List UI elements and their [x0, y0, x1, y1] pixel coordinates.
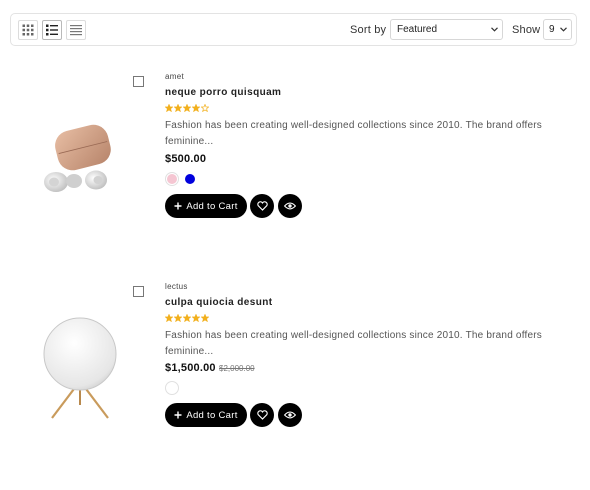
heart-icon: [256, 410, 268, 420]
compare-checkbox[interactable]: [133, 76, 144, 87]
swatch-color: [167, 383, 177, 393]
product-card: amet neque porro quisquam Fashion has be…: [0, 0, 590, 218]
star-filled-icon: [192, 104, 200, 112]
star-filled-icon: [192, 314, 200, 322]
product-vendor: amet: [165, 72, 184, 81]
star-filled-icon: [183, 104, 191, 112]
star-rating: [165, 314, 209, 323]
star-filled-icon: [165, 104, 173, 112]
product-vendor: lectus: [165, 282, 188, 291]
swatch-color: [185, 174, 195, 184]
plus-icon: [174, 411, 182, 419]
plus-icon: [174, 202, 182, 210]
color-swatch-pink[interactable]: [165, 172, 179, 186]
swatch-color: [167, 174, 177, 184]
product-price: $500.00: [165, 153, 207, 165]
star-rating: [165, 104, 209, 113]
star-filled-icon: [201, 314, 209, 322]
color-swatch-white[interactable]: [165, 381, 179, 395]
quick-view-button[interactable]: [278, 403, 302, 427]
star-empty-icon: [201, 104, 209, 112]
compare-checkbox[interactable]: [133, 286, 144, 297]
star-filled-icon: [174, 104, 182, 112]
product-price: $1,500.00: [165, 362, 216, 374]
star-filled-icon: [165, 314, 173, 322]
compare-at-price: $2,000.00: [219, 364, 255, 373]
wireless-earbuds-image[interactable]: [36, 118, 124, 202]
product-card: lectus culpa quiocia desunt Fashion has …: [0, 210, 590, 427]
add-to-cart-button[interactable]: Add to Cart: [165, 403, 247, 427]
product-title[interactable]: culpa quiocia desunt: [165, 297, 272, 308]
round-speaker-image[interactable]: [40, 315, 124, 427]
eye-icon: [284, 202, 296, 210]
wishlist-button[interactable]: [250, 403, 274, 427]
eye-icon: [284, 411, 296, 419]
product-description: Fashion has been creating well-designed …: [165, 330, 542, 357]
product-title[interactable]: neque porro quisquam: [165, 87, 281, 98]
add-to-cart-label: Add to Cart: [186, 409, 238, 421]
color-swatch-blue[interactable]: [183, 172, 197, 186]
star-filled-icon: [183, 314, 191, 322]
star-filled-icon: [174, 314, 182, 322]
product-description: Fashion has been creating well-designed …: [165, 120, 542, 147]
